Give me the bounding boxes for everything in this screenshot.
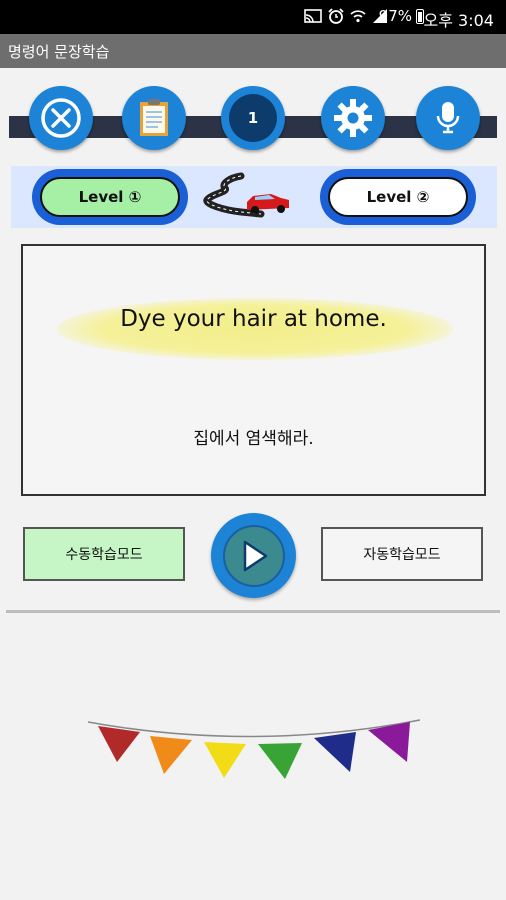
battery-percentage: 97% bbox=[378, 7, 412, 25]
settings-button[interactable] bbox=[321, 86, 385, 150]
count-button[interactable]: 1 bbox=[221, 86, 285, 150]
bunting-flags bbox=[87, 719, 421, 779]
level-1-button[interactable]: Level ① bbox=[32, 169, 188, 225]
level-1-label: Level ① bbox=[40, 177, 180, 217]
level-2-button[interactable]: Level ② bbox=[320, 169, 476, 225]
wifi-icon bbox=[350, 10, 366, 23]
flag-orange bbox=[150, 736, 192, 774]
count-label: 1 bbox=[247, 109, 259, 127]
status-icons bbox=[304, 8, 388, 24]
voice-button[interactable] bbox=[416, 86, 480, 150]
divider bbox=[6, 610, 500, 613]
flag-yellow bbox=[204, 742, 246, 778]
close-button[interactable] bbox=[29, 86, 93, 150]
clock: 오후 3:04 bbox=[423, 11, 494, 30]
list-button[interactable] bbox=[122, 86, 186, 150]
flag-navy bbox=[314, 732, 356, 772]
app-title: 명령어 문장학습 bbox=[8, 43, 110, 61]
english-sentence: Dye your hair at home. bbox=[120, 306, 387, 332]
auto-mode-button[interactable]: 자동학습모드 bbox=[321, 527, 483, 581]
clipboard-icon bbox=[130, 94, 178, 142]
alarm-icon bbox=[328, 8, 344, 24]
level-2-label: Level ② bbox=[328, 177, 468, 217]
microphone-icon bbox=[424, 94, 472, 142]
flag-green bbox=[258, 743, 302, 779]
manual-mode-button[interactable]: 수동학습모드 bbox=[23, 527, 185, 581]
status-bar: 97% 오후 3:04 bbox=[0, 0, 506, 34]
flag-red bbox=[98, 726, 140, 762]
sentence-card: Dye your hair at home. 집에서 염색해라. bbox=[21, 244, 486, 496]
gear-icon bbox=[329, 94, 377, 142]
close-circle-icon bbox=[37, 94, 85, 142]
auto-mode-label: 자동학습모드 bbox=[363, 547, 441, 563]
korean-translation: 집에서 염색해라. bbox=[193, 429, 314, 449]
play-button[interactable] bbox=[211, 513, 296, 598]
manual-mode-label: 수동학습모드 bbox=[65, 547, 143, 563]
play-icon bbox=[222, 524, 285, 587]
cast-icon bbox=[304, 9, 322, 23]
app-bar: 명령어 문장학습 bbox=[0, 34, 506, 68]
car-road-icon bbox=[203, 172, 289, 218]
